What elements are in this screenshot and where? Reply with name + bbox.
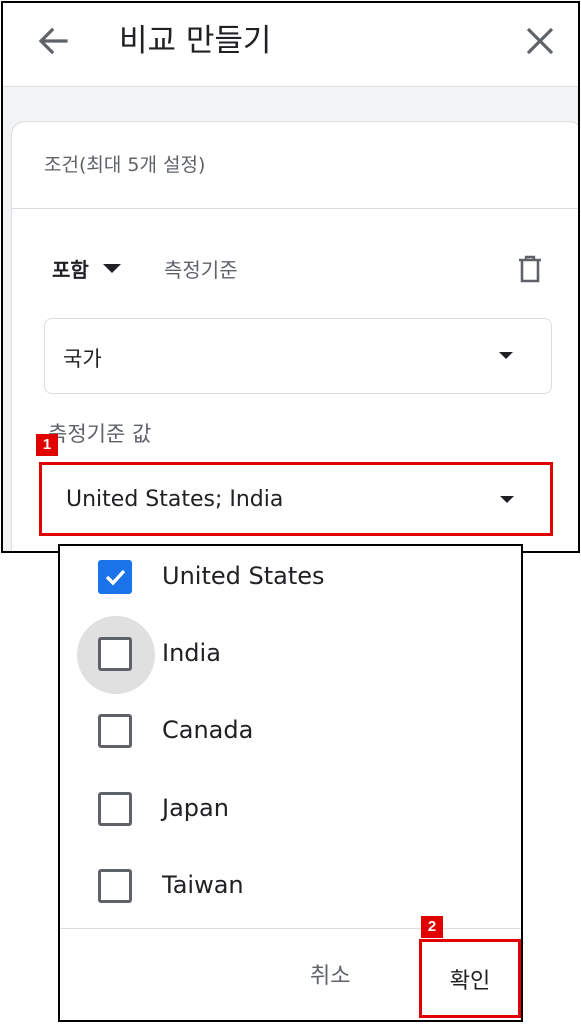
confirm-button[interactable]: 확인 <box>419 939 521 1018</box>
option-label: United States <box>162 562 325 590</box>
back-arrow-icon[interactable] <box>33 21 73 61</box>
option-canada[interactable]: Canada <box>60 702 521 762</box>
dimension-values-select[interactable]: United States; India <box>39 462 553 536</box>
checkbox[interactable] <box>98 792 132 826</box>
page-title: 비교 만들기 <box>119 23 272 59</box>
option-label: India <box>162 639 221 667</box>
checkbox[interactable] <box>98 869 132 903</box>
dimension-values-label: 측정기준 값 <box>48 422 152 446</box>
divider <box>12 208 578 209</box>
close-icon[interactable] <box>520 21 560 61</box>
option-india[interactable]: India <box>60 616 521 694</box>
include-dropdown[interactable]: 포함 <box>52 254 121 283</box>
divider <box>60 928 521 929</box>
caret-down-icon <box>499 352 513 359</box>
dimension-values-dropdown: United States India Canada Japan Taiwan … <box>58 544 523 1022</box>
checkbox-checked[interactable] <box>98 560 132 594</box>
option-label: Taiwan <box>162 871 244 899</box>
caret-down-icon <box>500 496 514 503</box>
annotation-badge-1: 1 <box>36 434 58 456</box>
app-bar: 비교 만들기 <box>3 3 578 87</box>
caret-down-icon <box>102 264 121 273</box>
conditions-card: 조건(최대 5개 설정) 포함 측정기준 국가 측정기준 값 United St… <box>11 121 578 551</box>
option-united-states[interactable]: United States <box>60 548 521 608</box>
trash-icon[interactable] <box>516 254 544 284</box>
create-comparison-panel: 비교 만들기 조건(최대 5개 설정) 포함 측정기준 국가 측정기준 값 Un… <box>1 1 580 553</box>
dimension-values-select-value: United States; India <box>66 487 284 512</box>
annotation-badge-2: 2 <box>421 916 443 938</box>
option-japan[interactable]: Japan <box>60 780 521 840</box>
dimension-select[interactable]: 국가 <box>44 318 552 394</box>
include-label: 포함 <box>52 258 89 282</box>
dimension-select-value: 국가 <box>63 347 102 371</box>
checkbox[interactable] <box>98 714 132 748</box>
option-label: Canada <box>162 716 254 744</box>
option-taiwan[interactable]: Taiwan <box>60 857 521 917</box>
conditions-label: 조건(최대 5개 설정) <box>44 154 206 176</box>
option-label: Japan <box>162 794 229 822</box>
cancel-button[interactable]: 취소 <box>310 958 350 990</box>
checkbox[interactable] <box>98 637 132 671</box>
dimension-label: 측정기준 <box>164 258 238 282</box>
